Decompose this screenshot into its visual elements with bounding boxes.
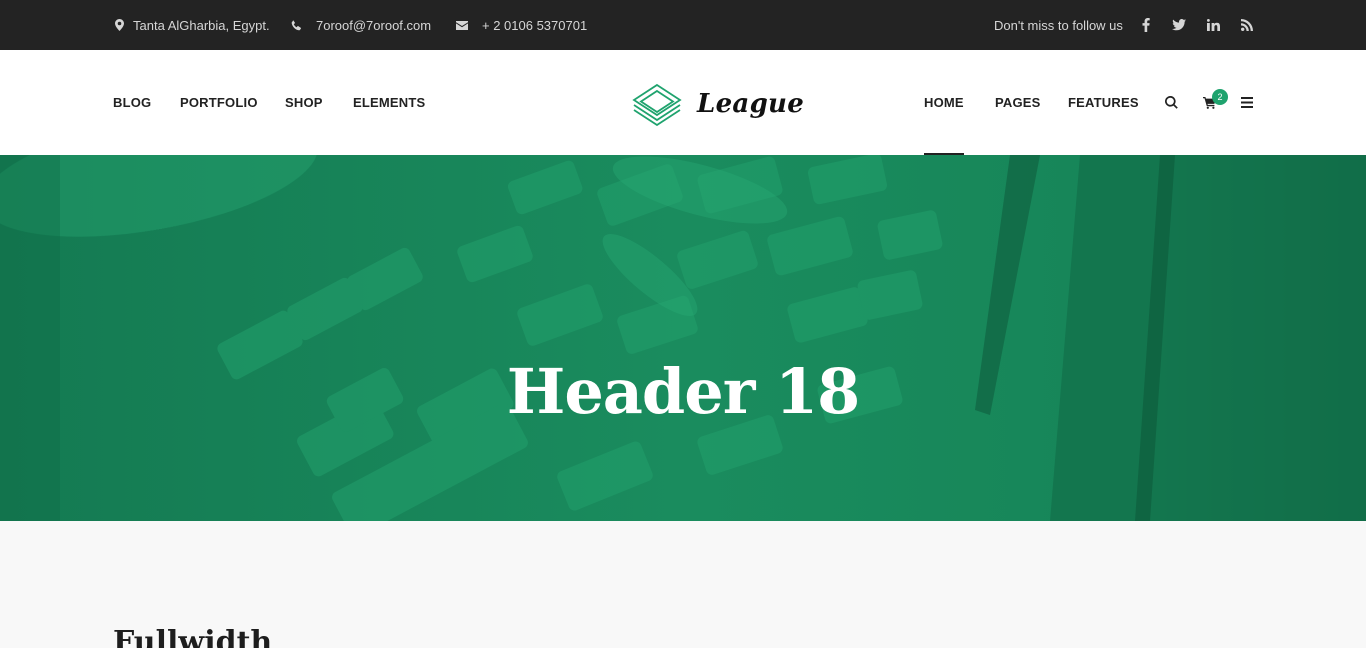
- cart-button[interactable]: 2: [1203, 50, 1228, 155]
- envelope-icon: [456, 19, 468, 31]
- phone-info: + 2 0106 5370701: [456, 0, 587, 50]
- search-icon: [1165, 96, 1178, 109]
- social-rss[interactable]: [1241, 0, 1253, 50]
- main-header: BLOG PORTFOLIO SHOP ELEMENTS League HOME…: [0, 50, 1366, 155]
- keyboard-background-image: [0, 155, 1366, 521]
- rss-icon: [1241, 19, 1253, 31]
- top-bar: Tanta AlGharbia, Egypt. 7oroof@7oroof.co…: [0, 0, 1366, 50]
- nav-blog[interactable]: BLOG: [113, 50, 151, 155]
- hero-banner: Header 18: [0, 155, 1366, 521]
- email-info: 7oroof@7oroof.com: [290, 0, 431, 50]
- follow-text: Don't miss to follow us: [994, 17, 1123, 33]
- location-info: Tanta AlGharbia, Egypt.: [113, 0, 270, 50]
- phone-number[interactable]: + 2 0106 5370701: [482, 18, 587, 33]
- social-twitter[interactable]: [1172, 0, 1186, 50]
- section-title: Fullwidth: [113, 625, 273, 648]
- layers-logo-icon: [632, 83, 682, 126]
- site-logo[interactable]: League: [631, 82, 804, 126]
- linkedin-icon: [1207, 19, 1220, 31]
- email-link[interactable]: 7oroof@7oroof.com: [316, 18, 431, 33]
- cart-count-badge: 2: [1212, 89, 1228, 105]
- nav-portfolio[interactable]: PORTFOLIO: [180, 50, 258, 155]
- nav-home[interactable]: HOME: [924, 50, 964, 155]
- hero-title: Header 18: [506, 355, 861, 428]
- location-text: Tanta AlGharbia, Egypt.: [133, 17, 270, 33]
- social-linkedin[interactable]: [1207, 0, 1220, 50]
- nav-pages[interactable]: PAGES: [995, 50, 1041, 155]
- twitter-icon: [1172, 19, 1186, 31]
- nav-features[interactable]: FEATURES: [1068, 50, 1139, 155]
- hamburger-menu-icon: [1241, 97, 1253, 108]
- menu-button[interactable]: [1241, 50, 1253, 155]
- nav-shop[interactable]: SHOP: [285, 50, 323, 155]
- map-marker-icon: [113, 19, 125, 31]
- social-facebook[interactable]: [1142, 0, 1150, 50]
- facebook-icon: [1142, 18, 1150, 32]
- phone-icon: [290, 19, 302, 31]
- nav-elements[interactable]: ELEMENTS: [353, 50, 425, 155]
- logo-text: League: [697, 89, 805, 119]
- content-section: Fullwidth: [0, 521, 1366, 648]
- search-button[interactable]: [1165, 50, 1178, 155]
